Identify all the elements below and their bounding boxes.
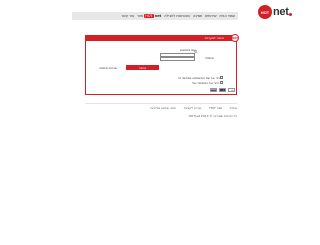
nav-hotnet-prefix: אזור xyxy=(136,14,144,18)
login-button[interactable]: כניסה xyxy=(126,65,159,70)
footer-link-hotnet[interactable]: HOT net xyxy=(209,106,221,110)
password-label: סיסמה xyxy=(205,56,214,60)
footer-link-about[interactable]: אודות xyxy=(230,106,237,110)
flag-israel-icon[interactable] xyxy=(228,88,235,92)
top-navigation: עמוד הבית שירותים תמיכה הצטרפות לחבילה א… xyxy=(72,12,238,20)
hot-badge-icon: HOT xyxy=(231,34,239,42)
login-panel: כניסה למערכת HOT שם משתמש ⚙ סיסמה כניסה … xyxy=(85,34,239,95)
logo-net-text: net xyxy=(273,6,289,18)
copyright-text: HOTnet כל הזכויות שמורות © 2013 xyxy=(188,114,237,118)
nav-item-hotnet-area[interactable]: אזור HOT net xyxy=(137,12,161,20)
nav-item-home[interactable]: עמוד הבית xyxy=(220,12,235,20)
language-selector xyxy=(210,88,235,92)
nav-hot-logo-icon: HOT xyxy=(144,14,154,18)
remember-username-label: זכור את שם המשתמש במחשב זה xyxy=(178,76,221,80)
flag-uk-icon[interactable] xyxy=(219,88,226,92)
remember-password-label: זכור את הסיסמה שלי xyxy=(192,81,219,85)
forgot-password-link[interactable]: שכחתי סיסמה xyxy=(99,66,117,70)
footer-link-customer-service[interactable]: שירות לקוחות xyxy=(184,106,202,110)
nav-net-text: net xyxy=(154,14,162,18)
flag-russia-icon[interactable] xyxy=(210,88,217,92)
password-field[interactable] xyxy=(160,57,195,61)
footer-links: אודות HOT net שירות לקוחות תנאי שימוש ופ… xyxy=(85,106,237,110)
logo-dot-icon xyxy=(289,13,293,16)
hot-logo-icon: HOT xyxy=(258,5,272,19)
footer-link-terms[interactable]: תנאי שימוש ופרטיות xyxy=(150,106,175,110)
hotnet-logo[interactable]: HOT net xyxy=(258,5,293,19)
nav-item-services[interactable]: שירותים xyxy=(205,12,216,20)
login-panel-title: כניסה למערכת xyxy=(204,36,224,40)
nav-item-contact[interactable]: צור קשר xyxy=(121,12,134,20)
footer-divider xyxy=(85,103,237,104)
nav-item-join[interactable]: הצטרפות לחבילה xyxy=(164,12,190,20)
nav-item-support[interactable]: תמיכה xyxy=(193,12,202,20)
login-panel-header: כניסה למערכת xyxy=(86,36,236,41)
remember-password-checkbox[interactable] xyxy=(220,81,223,84)
